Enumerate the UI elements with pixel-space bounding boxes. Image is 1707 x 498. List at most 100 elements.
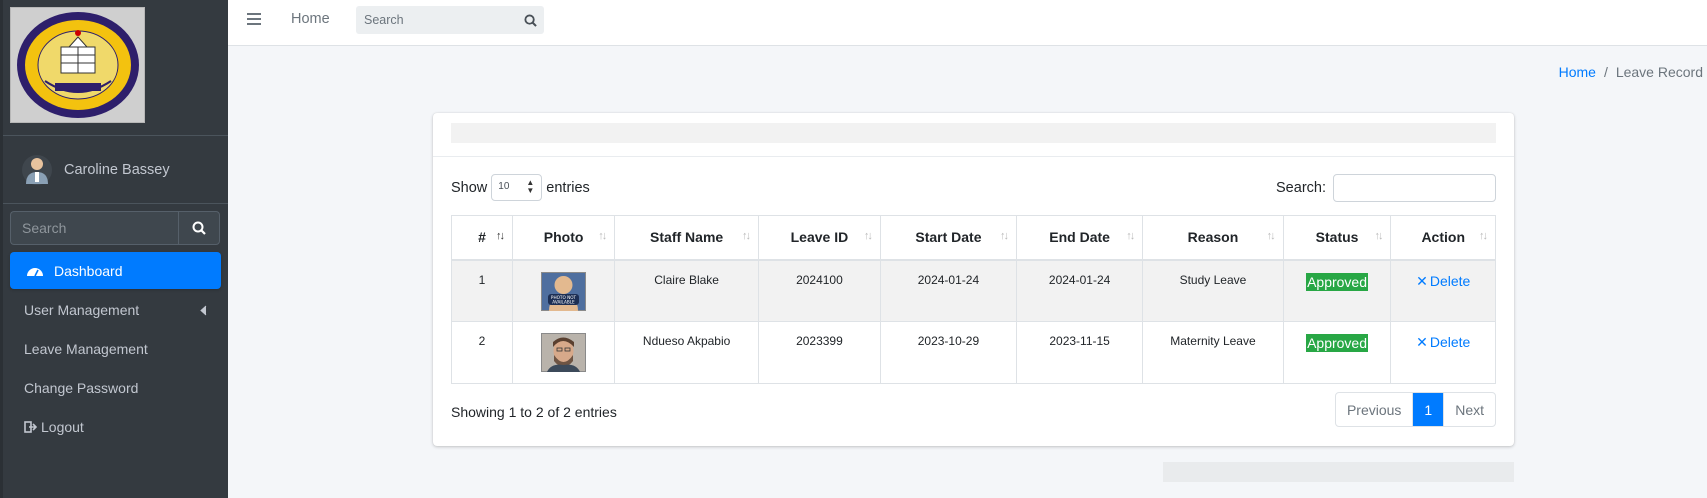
column-header-action[interactable]: Action ↑↓ [1390, 215, 1496, 261]
sidebar-item-label: Dashboard [54, 262, 123, 279]
leave-table: # ↑↓ Photo ↑↓ Staff Name ↑↓ Leave ID ↑↓ Star… [451, 215, 1496, 384]
column-header-status[interactable]: Status ↑↓ [1282, 215, 1392, 261]
cell-reason: Study Leave [1142, 259, 1284, 322]
header-label: Status [1315, 229, 1359, 246]
delete-label: Delete [1429, 334, 1471, 350]
cell-reason: Maternity Leave [1142, 321, 1284, 384]
sidebar-item-label: Change Password [24, 379, 139, 396]
header-label: Start Date [915, 229, 982, 246]
sidebar-item-logout[interactable]: Logout [10, 408, 221, 445]
breadcrumb-separator: / [1603, 64, 1608, 80]
leave-record-card: Show 10 ▲ ▼ entries Search: # ↑↓ Photo ↑↓ S… [433, 113, 1514, 446]
column-header-end-date[interactable]: End Date ↑↓ [1015, 215, 1144, 261]
svg-text:AVAILABLE: AVAILABLE [552, 299, 575, 304]
header-label: Action [1421, 229, 1465, 246]
sidebar-search-button[interactable] [178, 211, 220, 245]
delete-label: Delete [1429, 272, 1471, 289]
show-label: Show [451, 179, 488, 196]
school-logo[interactable] [10, 7, 145, 123]
sidebar-item-change-password[interactable]: Change Password [10, 369, 221, 406]
next-button[interactable]: Next [1444, 393, 1495, 426]
sidebar: Caroline Bassey Search Dashboard User Ma… [0, 0, 228, 498]
sort-icon: ↑↓ [741, 230, 751, 242]
cell-leave-id: 2023399 [757, 321, 881, 384]
cell-end-date: 2024-01-24 [1015, 259, 1144, 322]
table-info: Showing 1 to 2 of 2 entries [451, 404, 617, 420]
user-panel[interactable]: Caroline Bassey [0, 136, 228, 204]
column-header-reason[interactable]: Reason ↑↓ [1142, 215, 1284, 261]
hamburger-menu-icon[interactable] [247, 12, 261, 28]
brand [0, 0, 228, 136]
cell-leave-id: 2024100 [757, 259, 881, 322]
header-label: Staff Name [650, 229, 724, 246]
cell-status: Approved [1282, 259, 1392, 322]
close-icon: ✕ [1416, 334, 1428, 350]
column-header-staff-name[interactable]: Staff Name ↑↓ [614, 215, 759, 261]
header-label: # [478, 229, 486, 246]
avatar [22, 154, 52, 185]
photo-not-available-image[interactable]: PHOTO NOT AVAILABLE [541, 271, 587, 311]
info-to-word: to [516, 404, 536, 420]
staff-photo-image[interactable] [541, 333, 587, 372]
search-icon [523, 13, 537, 27]
footer-placeholder [1163, 462, 1514, 482]
tachometer-icon [26, 264, 46, 278]
entries-select[interactable]: 10 ▲ ▼ [491, 174, 543, 201]
column-header-leave-id[interactable]: Leave ID ↑↓ [757, 215, 881, 261]
info-total: 2 [563, 404, 571, 420]
info-suffix: entries [570, 404, 617, 420]
cell-start-date: 2024-01-24 [879, 259, 1017, 322]
sidebar-item-label: Logout [41, 418, 84, 435]
column-header-photo[interactable]: Photo ↑↓ [511, 215, 616, 261]
sidebar-search-input[interactable]: Search [10, 211, 178, 245]
table-search-input[interactable] [1333, 174, 1496, 202]
header-label: Photo [543, 229, 584, 246]
pagination: Previous 1 Next [1334, 392, 1496, 427]
status-badge: Approved [1306, 272, 1369, 291]
top-home-link[interactable]: Home [291, 11, 330, 27]
sort-icon: ↑↓ [999, 230, 1009, 242]
sort-asc-icon: ↑↓ [495, 230, 505, 242]
sidebar-item-dashboard[interactable]: Dashboard [10, 252, 221, 289]
cell-start-date: 2023-10-29 [879, 321, 1017, 384]
info-prefix: Showing [451, 404, 509, 420]
top-navbar: Home Search [228, 0, 1707, 46]
search-icon [192, 221, 206, 235]
table-search-label: Search: [1276, 180, 1326, 196]
user-name[interactable]: Caroline Bassey [64, 162, 170, 178]
sidebar-item-label: Leave Management [24, 340, 148, 357]
card-header-bar [451, 123, 1496, 143]
previous-button[interactable]: Previous [1336, 393, 1414, 426]
info-of-word: of [543, 404, 564, 420]
chevron-left-icon [200, 303, 207, 319]
close-icon: ✕ [1416, 272, 1428, 289]
entries-label: entries [546, 179, 590, 196]
delete-button[interactable]: ✕ Delete [1416, 273, 1470, 289]
table-header-row: # ↑↓ Photo ↑↓ Staff Name ↑↓ Leave ID ↑↓ Star… [451, 215, 1496, 261]
sidebar-item-user-management[interactable]: User Management [10, 291, 221, 328]
sidebar-item-label: User Management [24, 301, 140, 318]
column-header-number[interactable]: # ↑↓ [451, 215, 513, 261]
breadcrumb-home[interactable]: Home [1559, 64, 1596, 80]
cell-photo [511, 321, 616, 384]
page-1-button[interactable]: 1 [1413, 393, 1445, 426]
card-header [433, 113, 1514, 157]
cell-number: 2 [451, 321, 513, 384]
cell-staff-name: Claire Blake [614, 259, 759, 322]
cell-staff-name: Ndueso Akpabio [614, 321, 759, 384]
header-label: End Date [1049, 229, 1110, 246]
entries-select-value: 10 [498, 181, 510, 192]
top-search-button[interactable] [516, 6, 544, 34]
top-search-input[interactable]: Search [356, 6, 516, 34]
header-label: Leave ID [790, 229, 849, 246]
entries-length-control: Show 10 ▲ ▼ entries [451, 174, 590, 201]
sign-out-icon [24, 420, 38, 433]
column-header-start-date[interactable]: Start Date ↑↓ [879, 215, 1017, 261]
breadcrumb: Home / Leave Record [1559, 64, 1703, 80]
sort-icon: ↑↓ [1479, 230, 1488, 242]
info-to: 2 [535, 404, 544, 420]
delete-button[interactable]: ✕ Delete [1416, 334, 1470, 350]
cell-number: 1 [451, 259, 513, 322]
sort-icon: ↑↓ [1266, 230, 1276, 242]
sidebar-item-leave-management[interactable]: Leave Management [10, 330, 221, 367]
